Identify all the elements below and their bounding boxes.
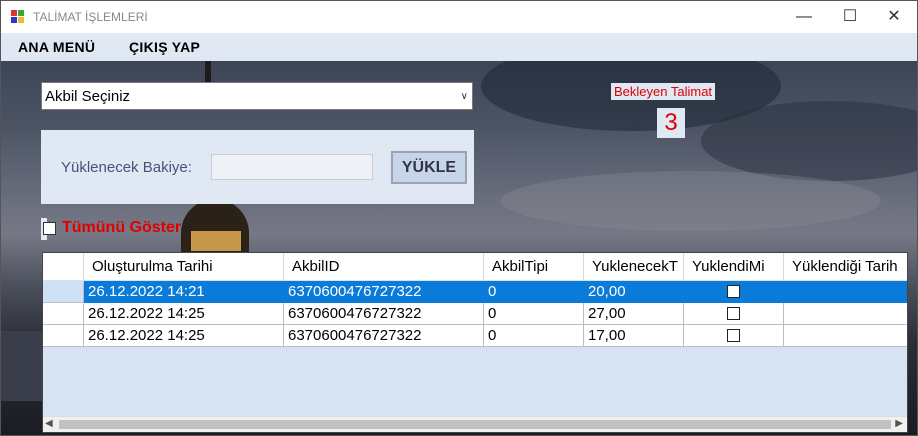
column-header-yuklendigi-tarih[interactable]: Yüklendiği Tarih <box>784 253 907 280</box>
form-client-area: Akbil Seçiniz ∨ Yüklenecek Bakiye: YÜKLE… <box>1 61 917 435</box>
tower-lights-image <box>191 231 241 251</box>
column-header-akbilid[interactable]: AkbilID <box>284 253 484 280</box>
tumunu-goster-label: Tümünü Göster <box>62 219 182 236</box>
maximize-button[interactable]: ☐ <box>827 1 873 33</box>
checkbox-icon[interactable] <box>727 284 740 298</box>
column-header-olusturulma[interactable]: Oluşturulma Tarihi <box>84 253 284 280</box>
cell-tutar[interactable]: 17,00 <box>584 325 684 347</box>
checkbox-icon[interactable] <box>727 306 740 320</box>
scroll-left-icon[interactable]: ◀ <box>45 418 53 429</box>
cell-akbil-id[interactable]: 6370600476727322 <box>284 303 484 325</box>
cell-tip[interactable]: 0 <box>484 325 584 347</box>
row-header[interactable] <box>43 325 84 347</box>
tumunu-goster-checkbox[interactable]: Tümünü Göster <box>41 218 181 240</box>
cell-yuklendigi[interactable] <box>784 281 907 303</box>
checkbox-icon[interactable] <box>727 328 740 342</box>
table-row[interactable]: 26.12.2022 14:25 6370600476727322 0 17,0… <box>43 325 907 347</box>
cell-akbil-id[interactable]: 6370600476727322 <box>284 325 484 347</box>
horizontal-scrollbar[interactable]: ◀ ▶ <box>43 416 907 432</box>
cell-tip[interactable]: 0 <box>484 303 584 325</box>
cell-yuklendi[interactable] <box>684 303 784 325</box>
menu-bar: ANA MENÜ ÇIKIŞ YAP <box>1 33 917 61</box>
menu-ana-menu[interactable]: ANA MENÜ <box>18 39 95 55</box>
title-bar: TALİMAT İŞLEMLERİ — ☐ ✕ <box>1 1 917 33</box>
cell-yuklendi[interactable] <box>684 281 784 303</box>
yukle-button[interactable]: YÜKLE <box>391 151 467 184</box>
row-header[interactable] <box>43 281 84 303</box>
cell-tarih[interactable]: 26.12.2022 14:25 <box>84 303 284 325</box>
chevron-down-icon: ∨ <box>460 91 468 102</box>
bekleyen-talimat-count: 3 <box>657 108 685 138</box>
akbil-select[interactable]: Akbil Seçiniz ∨ <box>41 82 473 110</box>
cell-yuklendi[interactable] <box>684 325 784 347</box>
scroll-right-icon[interactable]: ▶ <box>895 418 903 429</box>
shore-image <box>1 331 43 401</box>
grid-header: Oluşturulma Tarihi AkbilID AkbilTipi Yuk… <box>43 253 907 280</box>
talimat-grid[interactable]: Oluşturulma Tarihi AkbilID AkbilTipi Yuk… <box>42 252 908 433</box>
bakiye-panel: Yüklenecek Bakiye: YÜKLE <box>41 130 474 204</box>
cell-yuklendigi[interactable] <box>784 325 907 347</box>
app-icon <box>11 10 25 24</box>
talimat-window: TALİMAT İŞLEMLERİ — ☐ ✕ ANA MENÜ ÇIKIŞ Y… <box>0 0 918 436</box>
column-header-akbiltipi[interactable]: AkbilTipi <box>484 253 584 280</box>
row-header-corner <box>43 253 84 280</box>
cell-tarih[interactable]: 26.12.2022 14:25 <box>84 325 284 347</box>
cell-akbil-id[interactable]: 6370600476727322 <box>284 281 484 303</box>
minimize-button[interactable]: — <box>781 1 827 33</box>
window-title: TALİMAT İŞLEMLERİ <box>33 10 148 24</box>
menu-cikis-yap[interactable]: ÇIKIŞ YAP <box>129 39 200 55</box>
bakiye-input[interactable] <box>211 154 373 180</box>
bekleyen-talimat-label: Bekleyen Talimat <box>611 83 716 100</box>
close-button[interactable]: ✕ <box>871 1 917 33</box>
column-header-yuklenecek[interactable]: YuklenecekT <box>584 253 684 280</box>
background-cloud <box>501 171 881 231</box>
cell-tutar[interactable]: 20,00 <box>584 281 684 303</box>
table-row[interactable]: 26.12.2022 14:21 6370600476727322 0 20,0… <box>43 281 907 303</box>
table-row[interactable]: 26.12.2022 14:25 6370600476727322 0 27,0… <box>43 303 907 325</box>
row-header[interactable] <box>43 303 84 325</box>
cell-yuklendigi[interactable] <box>784 303 907 325</box>
bakiye-label: Yüklenecek Bakiye: <box>61 159 192 176</box>
cell-tarih[interactable]: 26.12.2022 14:21 <box>84 281 284 303</box>
scroll-thumb[interactable] <box>59 420 891 429</box>
column-header-yuklendimi[interactable]: YuklendiMi <box>684 253 784 280</box>
cell-tip[interactable]: 0 <box>484 281 584 303</box>
akbil-select-value: Akbil Seçiniz <box>45 88 131 105</box>
cell-tutar[interactable]: 27,00 <box>584 303 684 325</box>
checkbox-icon[interactable] <box>43 222 56 235</box>
